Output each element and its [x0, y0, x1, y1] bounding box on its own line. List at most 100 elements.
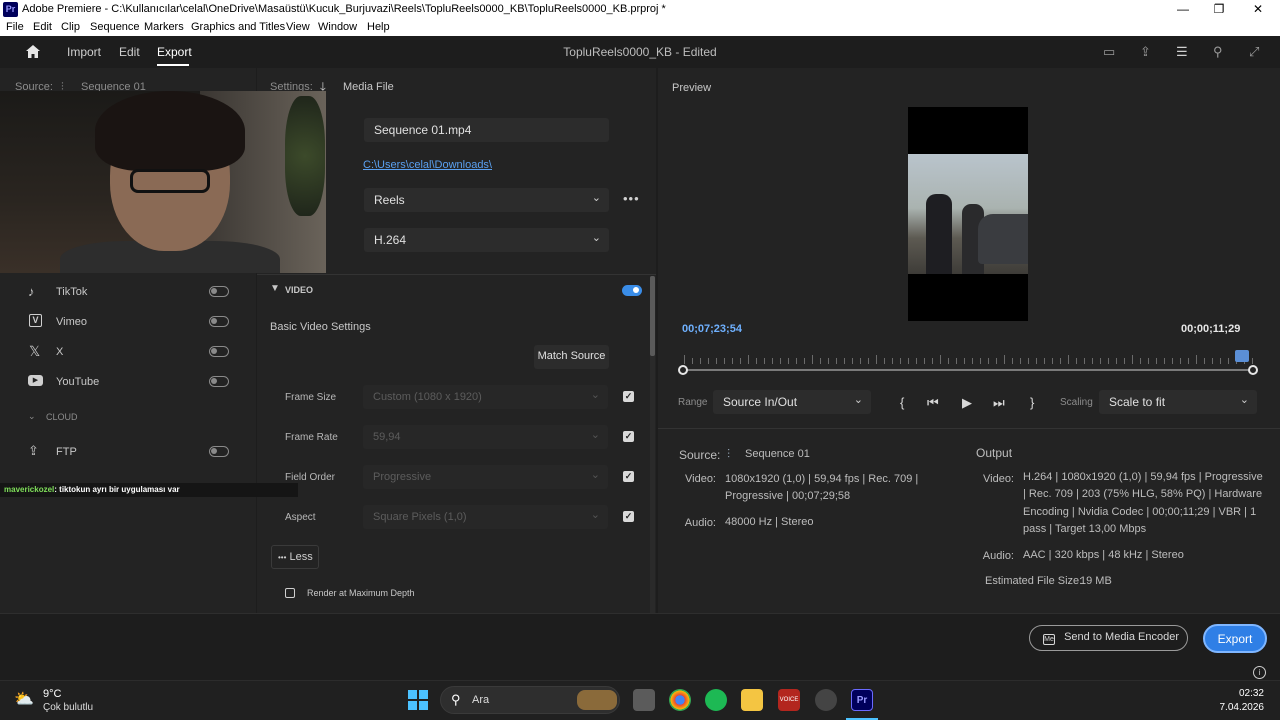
timeline-tick: [1188, 358, 1189, 364]
render-max-depth-checkbox[interactable]: [285, 588, 295, 598]
video-toggle[interactable]: [622, 285, 642, 296]
menu-file[interactable]: File: [6, 21, 24, 33]
timeline-tick: [716, 358, 717, 364]
search-box[interactable]: ⚲ Ara: [440, 686, 620, 714]
timeline-tick: [756, 358, 757, 364]
frame-size-select[interactable]: Custom (1080 x 1920) ⌄: [363, 385, 608, 409]
destination-tiktok[interactable]: ♪ TikTok: [28, 284, 256, 304]
chevron-down-icon: ⌄: [853, 394, 863, 406]
file-explorer-icon[interactable]: [741, 689, 763, 711]
x-toggle[interactable]: [209, 346, 229, 357]
timeline-tick: [724, 358, 725, 364]
range-select[interactable]: Source In/Out ⌄: [713, 390, 871, 414]
aspect-select[interactable]: Square Pixels (1,0) ⌄: [363, 505, 608, 529]
format-select[interactable]: H.264 ⌄: [364, 228, 609, 252]
app-header: Import Edit Export TopluReels0000_KB - E…: [0, 36, 1280, 68]
chrome-icon[interactable]: [669, 689, 691, 711]
voicemeeter-icon[interactable]: VOICE: [778, 689, 800, 711]
spotify-icon[interactable]: [705, 689, 727, 711]
frame-rate-checkbox[interactable]: ✓: [623, 431, 634, 442]
search-icon[interactable]: ⚲: [1213, 44, 1223, 60]
timeline-tick: [868, 358, 869, 364]
frame-rate-select[interactable]: 59,94 ⌄: [363, 425, 608, 449]
cloud-section-label[interactable]: CLOUD: [46, 412, 78, 422]
tiktok-toggle[interactable]: [209, 286, 229, 297]
preset-select[interactable]: Reels ⌄: [364, 188, 609, 212]
fullscreen-icon[interactable]: ⤢: [1249, 44, 1259, 60]
clock-time[interactable]: 02:32: [1180, 688, 1264, 699]
close-button[interactable]: ✕: [1248, 2, 1268, 16]
weather-icon[interactable]: ⛅: [14, 689, 36, 708]
chat-user: maverickozel: [4, 485, 55, 494]
destination-ftp[interactable]: ⇪ FTP: [28, 443, 256, 464]
menu-window[interactable]: Window: [318, 21, 357, 33]
timeline-tick: [1228, 358, 1229, 364]
timeline-track[interactable]: [683, 369, 1253, 371]
media-encoder-icon: Me: [1043, 634, 1055, 645]
chevron-down-icon[interactable]: ▼: [270, 283, 280, 294]
vimeo-toggle[interactable]: [209, 316, 229, 327]
timeline-tick: [1084, 358, 1085, 364]
minimize-button[interactable]: —: [1173, 2, 1193, 16]
match-source-button[interactable]: Match Source: [534, 345, 609, 369]
range-value: Source In/Out: [723, 395, 798, 409]
step-back-button[interactable]: ⏮: [927, 395, 939, 411]
out-point-handle[interactable]: [1248, 365, 1258, 375]
aspect-checkbox[interactable]: ✓: [623, 511, 634, 522]
progress-list-icon[interactable]: ☰: [1176, 44, 1188, 60]
weather-desc[interactable]: Çok bulutlu: [43, 702, 93, 713]
maximize-button[interactable]: ❐: [1209, 2, 1229, 16]
windows-start-icon[interactable]: [408, 690, 428, 710]
settings-scrollbar[interactable]: [650, 276, 655, 613]
scrollbar-thumb[interactable]: [650, 276, 655, 356]
obs-icon[interactable]: [815, 689, 837, 711]
timeline-tick: [748, 355, 749, 364]
premiere-taskbar-icon[interactable]: Pr: [851, 689, 873, 711]
send-to-media-encoder-button[interactable]: Me Send to Media Encoder: [1029, 625, 1188, 651]
export-button[interactable]: Export: [1203, 624, 1267, 653]
timeline-tick: [972, 358, 973, 364]
field-order-checkbox[interactable]: ✓: [623, 471, 634, 482]
mark-out-button[interactable]: }: [1030, 395, 1034, 410]
timeline-tick: [988, 358, 989, 364]
ftp-toggle[interactable]: [209, 446, 229, 457]
playhead[interactable]: [1235, 350, 1249, 362]
ellipsis-icon[interactable]: •••: [623, 191, 640, 206]
chevron-down-icon: ⌄: [590, 509, 600, 521]
less-button[interactable]: ••• Less: [271, 545, 319, 569]
field-order-select[interactable]: Progressive ⌄: [363, 465, 608, 489]
menu-sequence[interactable]: Sequence: [90, 21, 140, 33]
menu-graphics[interactable]: Graphics and Titles: [191, 21, 285, 33]
frame-size-checkbox[interactable]: ✓: [623, 391, 634, 402]
mark-in-button[interactable]: {: [900, 395, 904, 410]
file-name-input[interactable]: Sequence 01.mp4: [364, 118, 609, 142]
menu-view[interactable]: View: [286, 21, 310, 33]
menu-help[interactable]: Help: [367, 21, 390, 33]
destination-youtube[interactable]: ▶ YouTube: [28, 374, 256, 394]
location-link[interactable]: C:\Users\celal\Downloads\: [363, 159, 492, 171]
menu-clip[interactable]: Clip: [61, 21, 80, 33]
format-value: H.264: [374, 233, 407, 247]
chevron-down-icon[interactable]: ⌄: [28, 411, 36, 422]
play-button[interactable]: ▶: [962, 395, 972, 411]
video-section-label[interactable]: VIDEO: [285, 285, 313, 295]
destination-vimeo[interactable]: V Vimeo: [28, 314, 256, 334]
panel-layout-icon[interactable]: ▭: [1103, 44, 1115, 60]
info-icon[interactable]: i: [1253, 666, 1266, 679]
menu-markers[interactable]: Markers: [144, 21, 184, 33]
output-video-line: H.264 | 1080x1920 (1,0) | 59,94 fps | Pr…: [1023, 471, 1263, 483]
destination-x[interactable]: 𝕏 X: [28, 343, 256, 364]
timeline-tick: [740, 358, 741, 364]
task-view-icon[interactable]: [633, 689, 655, 711]
send-to-media-encoder-label: Send to Media Encoder: [1064, 631, 1180, 643]
youtube-toggle[interactable]: [209, 376, 229, 387]
weather-temp[interactable]: 9°C: [43, 688, 61, 700]
current-time[interactable]: 00;07;23;54: [682, 323, 742, 335]
menu-edit[interactable]: Edit: [33, 21, 52, 33]
step-forward-button[interactable]: ⏭: [993, 395, 1005, 411]
in-point-handle[interactable]: [678, 365, 688, 375]
webcam-overlay: [0, 91, 326, 273]
clock-date[interactable]: 7.04.2026: [1180, 702, 1265, 713]
scaling-select[interactable]: Scale to fit ⌄: [1099, 390, 1257, 414]
share-icon[interactable]: ⇪: [1140, 44, 1151, 60]
